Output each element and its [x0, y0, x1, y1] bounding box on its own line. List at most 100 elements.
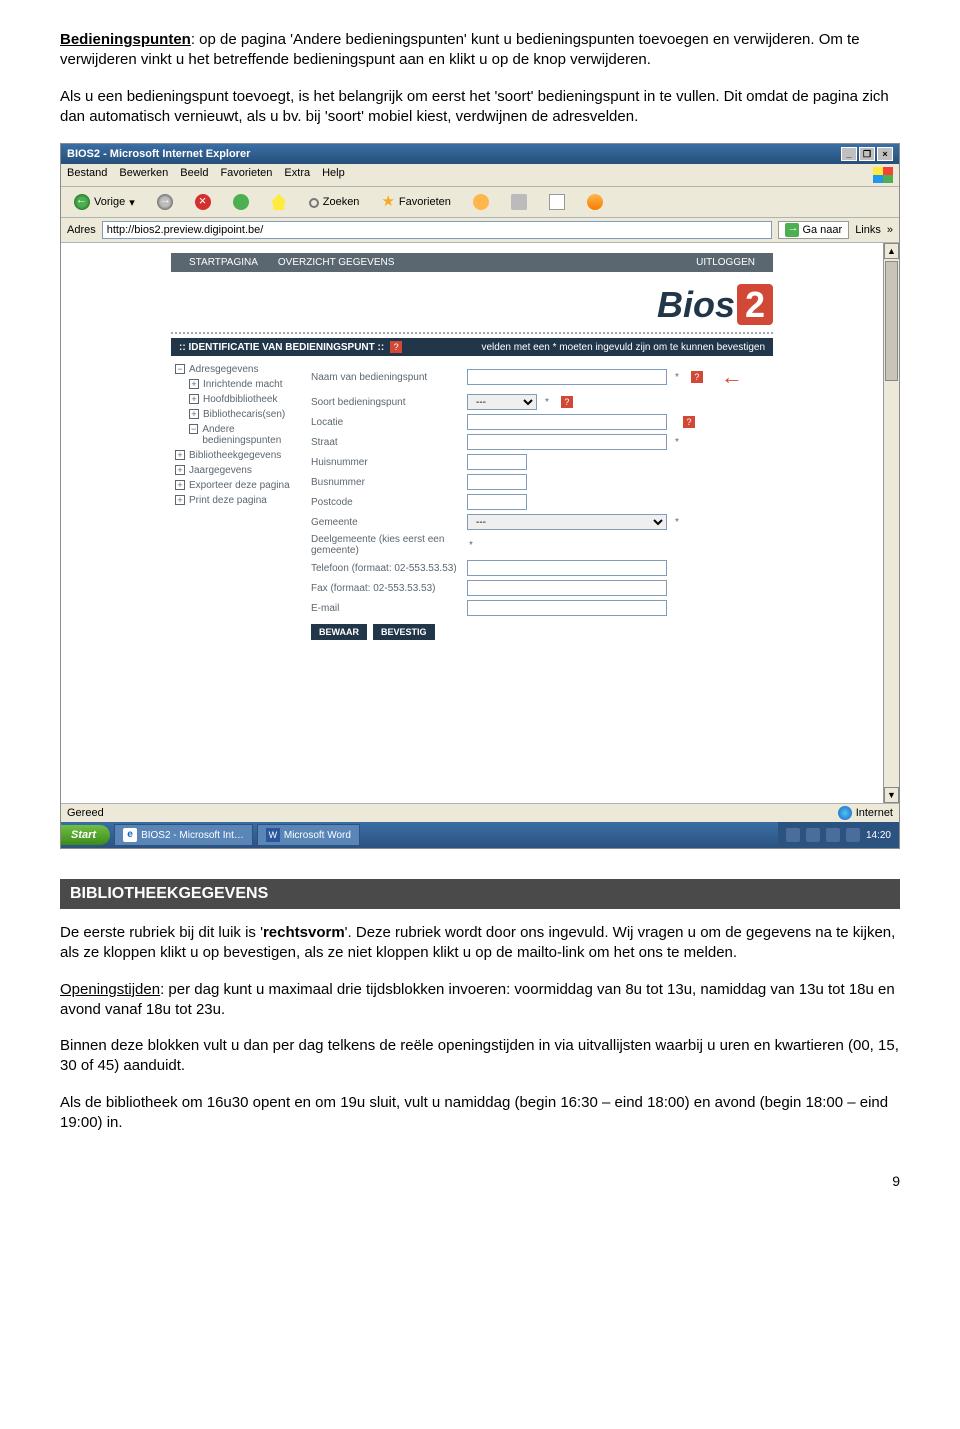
windows-flag-icon [873, 167, 893, 183]
minimize-button[interactable]: _ [841, 147, 857, 161]
section-header-bar: :: IDENTIFICATIE VAN BEDIENINGSPUNT :: ?… [171, 338, 773, 356]
scroll-up-icon[interactable]: ▲ [884, 243, 899, 259]
expand-icon: + [175, 495, 185, 505]
links-label[interactable]: Links [855, 224, 881, 236]
menu-extra[interactable]: Extra [284, 167, 310, 183]
home-button[interactable] [264, 191, 294, 213]
tray-icon[interactable] [786, 828, 800, 842]
start-button[interactable]: Start [61, 825, 110, 845]
input-naam[interactable] [467, 369, 667, 385]
back-icon [74, 194, 90, 210]
required-star: * [675, 437, 679, 448]
label-deelgemeente: Deelgemeente (kies eerst een gemeente) [311, 534, 461, 556]
required-star: * [545, 397, 549, 408]
select-soort[interactable]: --- [467, 394, 537, 410]
tree-bibliotheekgeg[interactable]: +Bibliotheekgegevens [175, 448, 307, 463]
tray-icon[interactable] [826, 828, 840, 842]
tree-print[interactable]: +Print deze pagina [175, 493, 307, 508]
expand-icon: + [189, 394, 199, 404]
stop-button[interactable] [188, 191, 218, 213]
back-button[interactable]: Vorige ▾ [67, 191, 142, 213]
status-bar: Gereed Internet [61, 803, 899, 822]
input-huisnr[interactable] [467, 454, 527, 470]
window-title: BIOS2 - Microsoft Internet Explorer [67, 148, 250, 160]
tree-jaargegevens[interactable]: +Jaargegevens [175, 463, 307, 478]
browser-screenshot: BIOS2 - Microsoft Internet Explorer _ ❐ … [60, 143, 900, 849]
nav-startpagina[interactable]: STARTPAGINA [179, 253, 268, 272]
help-icon[interactable]: ? [691, 371, 703, 383]
bevestig-button[interactable]: BEVESTIG [373, 624, 435, 640]
page-number: 9 [60, 1173, 900, 1189]
paragraph-blokken: Binnen deze blokken vult u dan per dag t… [60, 1036, 900, 1077]
label-huisnr: Huisnummer [311, 457, 461, 468]
taskbar-item-ie[interactable]: eBIOS2 - Microsoft Int… [114, 824, 253, 846]
menu-help[interactable]: Help [322, 167, 345, 183]
vertical-scrollbar[interactable]: ▲ ▼ [883, 243, 899, 803]
label-soort: Soort bedieningspunt [311, 397, 461, 408]
required-star: * [675, 517, 679, 528]
menu-favorieten[interactable]: Favorieten [220, 167, 272, 183]
address-input[interactable] [102, 221, 773, 239]
refresh-icon [233, 194, 249, 210]
messenger-button[interactable] [580, 191, 610, 213]
nav-overzicht[interactable]: OVERZICHT GEGEVENS [268, 253, 405, 272]
nav-tree: −Adresgegevens +Inrichtende macht +Hoofd… [171, 356, 311, 646]
paragraph-toevoegen: Als u een bedieningspunt toevoegt, is he… [60, 87, 900, 128]
help-icon[interactable]: ? [390, 341, 402, 353]
maximize-button[interactable]: ❐ [859, 147, 875, 161]
stop-icon [195, 194, 211, 210]
search-icon [309, 198, 319, 208]
tree-hoofdbib[interactable]: +Hoofdbibliotheek [175, 392, 307, 407]
nav-uitloggen[interactable]: UITLOGGEN [686, 253, 765, 272]
required-note: velden met een * moeten ingevuld zijn om… [481, 342, 765, 353]
input-locatie[interactable] [467, 414, 667, 430]
taskbar-item-word[interactable]: WMicrosoft Word [257, 824, 360, 846]
bios2-logo: Bios2 [657, 284, 773, 326]
close-button[interactable]: × [877, 147, 893, 161]
collapse-icon: − [175, 364, 185, 374]
menubar: Bestand Bewerken Beeld Favorieten Extra … [61, 164, 899, 187]
dotted-divider [171, 332, 773, 334]
help-icon[interactable]: ? [561, 396, 573, 408]
input-busnr[interactable] [467, 474, 527, 490]
menu-beeld[interactable]: Beeld [180, 167, 208, 183]
tree-inrichtende[interactable]: +Inrichtende macht [175, 377, 307, 392]
status-zone: Internet [856, 807, 893, 819]
top-nav: STARTPAGINA OVERZICHT GEGEVENS UITLOGGEN [171, 253, 773, 272]
tray-icon[interactable] [806, 828, 820, 842]
system-tray: 14:20 [778, 822, 899, 848]
expand-icon: + [189, 409, 199, 419]
mail-button[interactable] [542, 191, 572, 213]
help-icon[interactable]: ? [683, 416, 695, 428]
history-button[interactable] [466, 191, 496, 213]
tray-icon[interactable] [846, 828, 860, 842]
tree-andere-bedien[interactable]: −Andere bedieningspunten [175, 422, 307, 448]
tree-bibliothecaris[interactable]: +Bibliothecaris(sen) [175, 407, 307, 422]
favorites-button[interactable]: ★Favorieten [374, 192, 457, 212]
home-icon [271, 194, 287, 210]
input-fax[interactable] [467, 580, 667, 596]
search-button[interactable]: Zoeken [302, 193, 367, 211]
input-telefoon[interactable] [467, 560, 667, 576]
scroll-thumb[interactable] [885, 261, 898, 381]
go-button[interactable]: Ga naar [778, 221, 849, 239]
tree-adresgegevens[interactable]: −Adresgegevens [175, 362, 307, 377]
expand-icon: + [175, 465, 185, 475]
menu-bewerken[interactable]: Bewerken [119, 167, 168, 183]
input-straat[interactable] [467, 434, 667, 450]
label-gemeente: Gemeente [311, 517, 461, 528]
tree-exporteer[interactable]: +Exporteer deze pagina [175, 478, 307, 493]
paragraph-bedieningspunten: Bedieningspunten: op de pagina 'Andere b… [60, 30, 900, 71]
refresh-button[interactable] [226, 191, 256, 213]
input-email[interactable] [467, 600, 667, 616]
bewaar-button[interactable]: BEWAAR [311, 624, 367, 640]
input-postcode[interactable] [467, 494, 527, 510]
forward-button[interactable] [150, 191, 180, 213]
print-icon [511, 194, 527, 210]
required-star: * [469, 540, 473, 551]
select-gemeente[interactable]: --- [467, 514, 667, 530]
section-bibliotheekgegevens: BIBLIOTHEEKGEGEVENS [60, 879, 900, 909]
print-button[interactable] [504, 191, 534, 213]
scroll-down-icon[interactable]: ▼ [884, 787, 899, 803]
menu-bestand[interactable]: Bestand [67, 167, 107, 183]
